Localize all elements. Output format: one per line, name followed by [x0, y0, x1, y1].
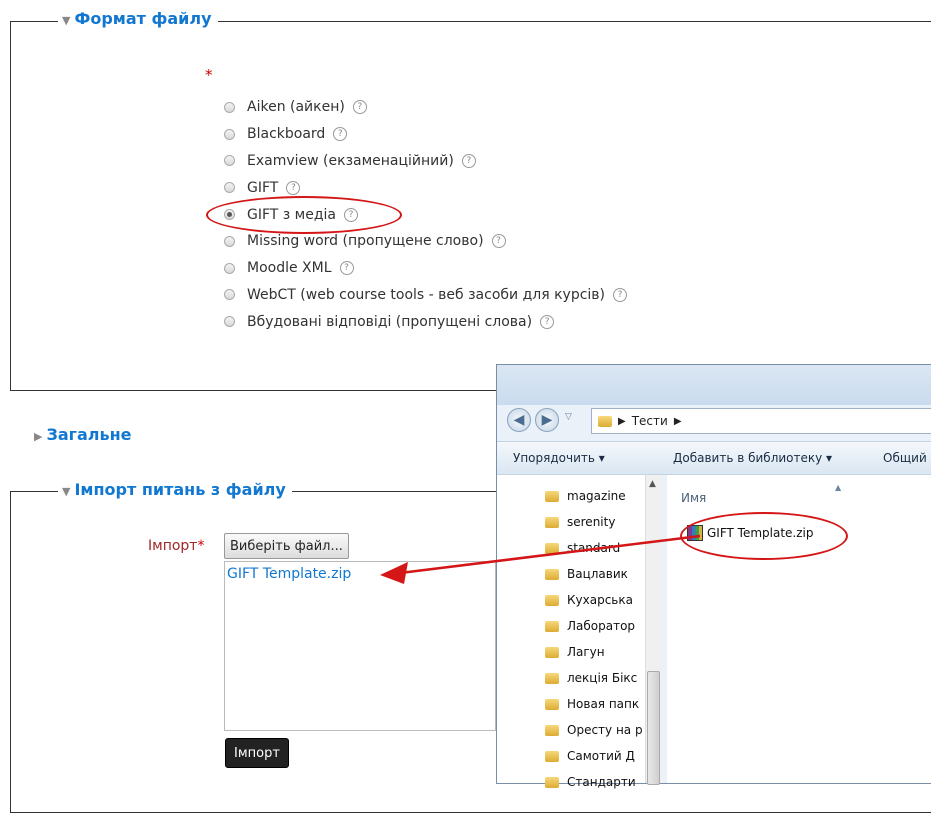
folder-icon [545, 776, 559, 788]
annotation-arrow-head [380, 562, 408, 584]
annotation-arrow [380, 534, 701, 584]
annotation-arrow-line [391, 534, 701, 576]
